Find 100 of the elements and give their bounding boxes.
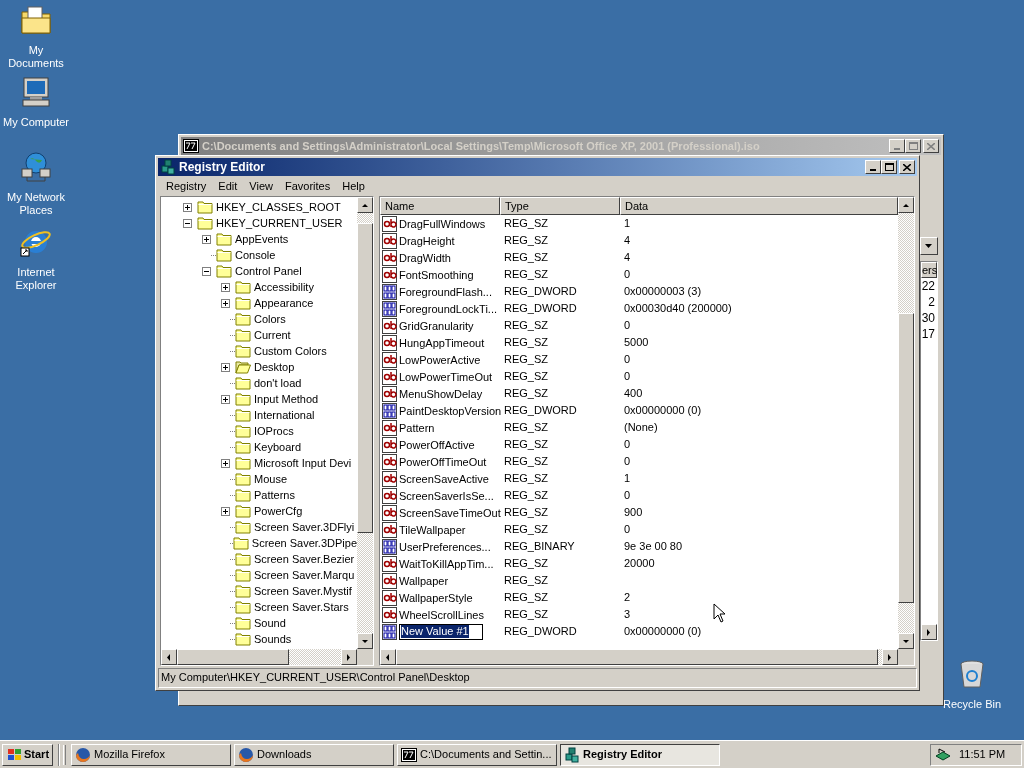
minimize-button[interactable] (889, 139, 905, 153)
vertical-scrollbar[interactable] (898, 197, 914, 649)
scroll-right-button[interactable] (341, 649, 357, 665)
value-name[interactable]: PaintDesktopVersion (399, 403, 502, 418)
desktop-icon-label[interactable]: Recycle Bin (942, 698, 1002, 711)
value-name[interactable]: ForegroundFlash... (399, 284, 492, 299)
scroll-up-button[interactable] (898, 197, 914, 213)
tree-item[interactable]: Desktop (254, 360, 295, 374)
title-bar[interactable]: Registry Editor (158, 158, 917, 176)
scroll-right-button[interactable] (882, 649, 898, 665)
menu-item[interactable]: Help (336, 178, 371, 194)
tree-item[interactable]: HKEY_CLASSES_ROOT (216, 200, 341, 214)
expand-icon[interactable] (221, 362, 230, 372)
tree-item[interactable]: Mouse (254, 472, 288, 486)
expand-icon[interactable] (221, 458, 230, 468)
value-name[interactable]: ForegroundLockTi... (399, 301, 498, 316)
vertical-scrollbar[interactable] (357, 197, 373, 649)
scroll-thumb[interactable] (357, 223, 373, 533)
collapse-icon[interactable] (183, 218, 192, 228)
column-header[interactable]: Type (500, 197, 620, 215)
value-name[interactable]: MenuShowDelay (399, 386, 483, 401)
tree-item[interactable]: Appearance (254, 296, 314, 310)
rename-field[interactable]: New Value #1 (399, 623, 483, 640)
scroll-left-button[interactable] (161, 649, 177, 665)
collapse-icon[interactable] (202, 266, 211, 276)
tree-item[interactable]: don't load (254, 376, 302, 390)
column-header[interactable]: Data (620, 197, 898, 215)
tree-item[interactable]: Current (254, 328, 291, 342)
value-name[interactable]: ScreenSaverIsSe... (399, 488, 494, 503)
value-name[interactable]: PowerOffActive (399, 437, 475, 452)
scroll-down-button[interactable] (898, 633, 914, 649)
horizontal-scrollbar[interactable] (161, 649, 357, 665)
value-name[interactable]: ScreenSaveActive (399, 471, 489, 486)
expand-icon[interactable] (221, 394, 230, 404)
value-name[interactable]: Wallpaper (399, 573, 449, 588)
close-button[interactable] (899, 160, 915, 174)
menu-item[interactable]: Favorites (278, 178, 337, 194)
network-card-icon[interactable] (935, 746, 951, 763)
value-name[interactable]: WaitToKillAppTim... (399, 556, 494, 571)
expand-icon[interactable] (202, 234, 211, 244)
tree-item[interactable]: PowerCfg (254, 504, 303, 518)
value-name[interactable]: PowerOffTimeOut (399, 454, 487, 469)
value-name[interactable]: DragFullWindows (399, 216, 486, 231)
tree-item[interactable]: Custom Colors (254, 344, 327, 358)
maximize-button[interactable] (881, 160, 897, 174)
menu-item[interactable]: View (243, 178, 279, 194)
value-name[interactable]: WallpaperStyle (399, 590, 473, 605)
column-header[interactable]: Name (380, 197, 500, 215)
taskbar-button[interactable]: Downloads (234, 743, 395, 766)
menu-item[interactable]: Registry (160, 178, 213, 194)
tree-item[interactable]: Screen Saver.3DFlyi (254, 520, 355, 534)
value-name[interactable]: FontSmoothing (399, 267, 474, 282)
tree-item[interactable]: Console (235, 248, 276, 262)
minimize-button[interactable] (865, 160, 881, 174)
tree-item[interactable]: Screen Saver.Stars (254, 600, 349, 614)
value-name[interactable]: LowPowerActive (399, 352, 481, 367)
value-name[interactable]: WheelScrollLines (399, 607, 484, 622)
tree-item[interactable]: AppEvents (235, 232, 289, 246)
tree-item[interactable]: Control Panel (235, 264, 302, 278)
value-name[interactable]: DragWidth (399, 250, 451, 265)
start-button[interactable]: Start (2, 743, 54, 766)
value-name[interactable]: DragHeight (399, 233, 455, 248)
menu-item[interactable]: Edit (212, 178, 244, 194)
tree-item[interactable]: Sounds (254, 632, 292, 646)
value-name[interactable]: Pattern (399, 420, 435, 435)
dropdown-button[interactable] (920, 237, 938, 255)
desktop-icon-label[interactable]: My Network Places (0, 191, 72, 217)
close-button[interactable] (923, 139, 939, 153)
value-name[interactable]: HungAppTimeout (399, 335, 485, 350)
desktop-icon-label[interactable]: My Computer (3, 116, 69, 129)
tree-item[interactable]: Keyboard (254, 440, 302, 454)
scroll-down-button[interactable] (357, 633, 373, 649)
tree-item[interactable]: International (254, 408, 315, 422)
clock[interactable]: 11:51 PM (959, 746, 1006, 763)
desktop-icon-label[interactable]: My Documents (0, 44, 72, 70)
tree-item[interactable]: Colors (254, 312, 286, 326)
value-name[interactable]: ScreenSaveTimeOut (399, 505, 501, 520)
value-name[interactable]: GridGranularity (399, 318, 474, 333)
tree-item[interactable]: IOProcs (254, 424, 294, 438)
value-name[interactable]: TileWallpaper (399, 522, 466, 537)
taskbar-button[interactable]: Mozilla Firefox (71, 743, 232, 766)
desktop-icon-label[interactable]: Internet Explorer (0, 266, 72, 292)
tree-item[interactable]: Input Method (254, 392, 319, 406)
tree-item[interactable]: Patterns (254, 488, 295, 502)
value-name[interactable]: UserPreferences... (399, 539, 491, 554)
tree-item[interactable]: HKEY_CURRENT_USER (216, 216, 343, 230)
scroll-up-button[interactable] (357, 197, 373, 213)
expand-icon[interactable] (183, 202, 192, 212)
tree-item[interactable]: Accessibility (254, 280, 314, 294)
expand-icon[interactable] (221, 298, 230, 308)
value-name[interactable]: LowPowerTimeOut (399, 369, 493, 384)
tree-item[interactable]: Microsoft Input Devi (254, 456, 352, 470)
tree-item[interactable]: Screen Saver.Bezier (254, 552, 355, 566)
maximize-button[interactable] (905, 139, 921, 153)
scroll-right-button[interactable] (921, 624, 937, 640)
expand-icon[interactable] (221, 506, 230, 516)
taskbar-button[interactable]: C:\Documents and Settin... (397, 743, 558, 766)
scroll-left-button[interactable] (380, 649, 396, 665)
taskbar-button[interactable]: Registry Editor (560, 743, 721, 766)
scroll-thumb[interactable] (898, 313, 914, 603)
